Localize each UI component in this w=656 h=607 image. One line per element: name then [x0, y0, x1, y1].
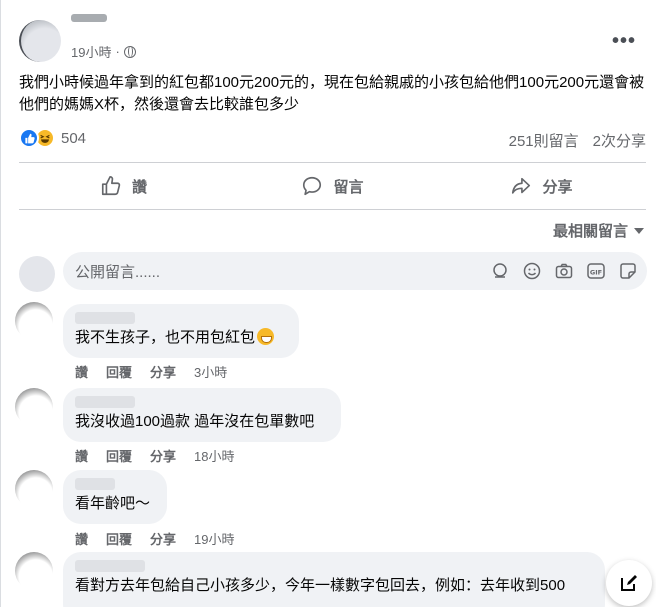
comment-share-link[interactable]: 分享 — [150, 529, 176, 548]
comment-time[interactable]: 19小時 — [194, 529, 234, 548]
comments-count[interactable]: 251則留言 — [509, 130, 579, 151]
compose-button[interactable] — [606, 560, 652, 606]
comment-sort-dropdown[interactable]: 最相關留言 — [553, 220, 644, 241]
speech-bubble-icon — [303, 176, 322, 196]
comment-like-link[interactable]: 讚 — [75, 362, 88, 381]
camera-icon[interactable] — [555, 262, 573, 280]
comment-text: 我不生孩子，也不用包紅包 — [75, 329, 256, 346]
comment-bubble: 我不生孩子，也不用包紅包 — [63, 304, 299, 358]
like-reaction-icon — [19, 128, 39, 148]
globe-icon[interactable] — [123, 45, 136, 58]
comment-share-link[interactable]: 分享 — [150, 446, 176, 465]
comment-placeholder: 公開留言...... — [75, 263, 161, 281]
post-time[interactable]: 19小時 — [71, 42, 111, 61]
comment-like-link[interactable]: 讚 — [75, 529, 88, 548]
post-meta: 19小時 · — [71, 42, 136, 61]
commenter-avatar[interactable] — [15, 302, 53, 340]
comment-text: 看對方去年包給自己小孩多少，今年一樣數字包回去，例如：去年收到500 — [75, 577, 566, 594]
thumbs-up-icon — [101, 176, 121, 196]
commenter-avatar[interactable] — [15, 470, 53, 508]
comment-share-link[interactable]: 分享 — [150, 362, 176, 381]
comment-reply-link[interactable]: 回覆 — [106, 529, 132, 548]
commenter-avatar[interactable] — [15, 388, 53, 426]
comment-text: 看年齡吧～ — [75, 495, 151, 512]
gif-icon[interactable]: GIF — [587, 262, 605, 280]
comment-bubble: 看對方去年包給自己小孩多少，今年一樣數字包回去，例如：去年收到500 — [63, 552, 605, 607]
post-text: 我們小時候過年拿到的紅包都100元200元的，現在包給親戚的小孩包給他們100元… — [19, 74, 645, 113]
commenter-name-redacted[interactable] — [75, 312, 135, 324]
comment-reply-link[interactable]: 回覆 — [106, 362, 132, 381]
comment-actions: 讚 回覆 分享 19小時 — [75, 529, 235, 548]
author-name-redacted[interactable] — [71, 14, 107, 22]
commenter-name-redacted[interactable] — [75, 560, 145, 572]
compose-icon — [621, 575, 637, 591]
comment-input[interactable]: 公開留言...... GIF — [63, 252, 647, 290]
chevron-down-icon — [634, 227, 644, 234]
meta-separator: · — [115, 44, 120, 59]
comment-reply-link[interactable]: 回覆 — [106, 446, 132, 465]
comment-actions: 讚 回覆 分享 18小時 — [75, 446, 235, 465]
current-user-avatar — [19, 256, 55, 292]
share-arrow-icon — [512, 177, 531, 194]
reaction-count: 504 — [61, 129, 87, 147]
reactions-summary[interactable]: 504 — [19, 128, 86, 148]
comment-time[interactable]: 3小時 — [194, 362, 227, 381]
composer-icons: GIF — [491, 262, 637, 280]
comment-label: 留言 — [333, 178, 364, 196]
post-actions: 讚 留言 分享 — [19, 166, 646, 206]
share-label: 分享 — [542, 178, 573, 196]
sticker-icon[interactable] — [619, 262, 637, 280]
commenter-name-redacted[interactable] — [75, 396, 135, 408]
comment-like-link[interactable]: 讚 — [75, 446, 88, 465]
more-options-button[interactable]: ••• — [612, 30, 636, 53]
divider — [19, 209, 646, 210]
commenter-avatar[interactable] — [15, 552, 53, 590]
comment-bubble: 我沒收過100過款 過年沒在包單數吧 — [63, 388, 341, 442]
comment-actions: 讚 回覆 分享 3小時 — [75, 362, 227, 381]
comment-time[interactable]: 18小時 — [194, 446, 234, 465]
grin-emoji-icon — [257, 328, 275, 345]
avatar-sticker-icon[interactable] — [491, 262, 509, 280]
comment-bubble: 看年齡吧～ — [63, 470, 167, 524]
comment-button[interactable]: 留言 — [228, 166, 437, 206]
sort-label: 最相關留言 — [552, 223, 628, 240]
commenter-name-redacted[interactable] — [75, 478, 115, 490]
smiley-icon[interactable] — [523, 262, 541, 280]
author-avatar[interactable] — [19, 20, 61, 62]
like-label: 讚 — [131, 178, 147, 196]
like-button[interactable]: 讚 — [19, 166, 228, 206]
divider — [19, 162, 646, 163]
post-stats: 251則留言 2次分享 — [509, 130, 646, 151]
comment-text: 我沒收過100過款 過年沒在包單數吧 — [75, 413, 315, 430]
post-card: 19小時 · ••• 我們小時候過年拿到的紅包都100元200元的，現在包給親戚… — [0, 0, 656, 607]
shares-count[interactable]: 2次分享 — [593, 130, 646, 151]
svg-text:GIF: GIF — [590, 269, 602, 277]
share-button[interactable]: 分享 — [437, 166, 646, 206]
